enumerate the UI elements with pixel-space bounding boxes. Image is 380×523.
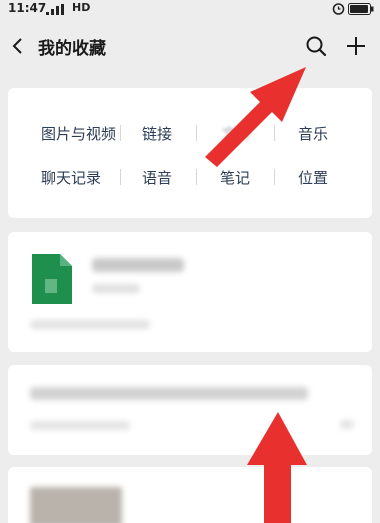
network-type: HD xyxy=(72,1,91,14)
back-icon[interactable] xyxy=(8,36,28,56)
nav-bar: 我的收藏 xyxy=(0,18,380,74)
battery-icon xyxy=(348,3,374,15)
favorite-item-text[interactable] xyxy=(8,365,372,455)
signal-icon xyxy=(46,4,64,15)
divider xyxy=(196,125,197,141)
page-title: 我的收藏 xyxy=(38,39,106,59)
filter-images-videos[interactable]: 图片与视频 xyxy=(41,123,116,144)
filter-files[interactable]: 文件 xyxy=(222,123,252,144)
filter-music[interactable]: 音乐 xyxy=(298,123,328,144)
filter-location[interactable]: 位置 xyxy=(298,167,328,188)
filter-notes[interactable]: 笔记 xyxy=(220,167,250,188)
item-tag-blurred xyxy=(340,420,354,429)
divider xyxy=(274,169,275,185)
filter-links[interactable]: 链接 xyxy=(142,123,172,144)
filter-voice[interactable]: 语音 xyxy=(142,167,172,188)
add-icon[interactable] xyxy=(344,34,368,58)
category-filter-card xyxy=(8,88,372,218)
item-text-blurred xyxy=(30,387,308,400)
divider xyxy=(274,125,275,141)
item-meta-blurred xyxy=(30,320,150,329)
alarm-icon xyxy=(332,3,345,15)
divider xyxy=(120,125,121,141)
filter-chat-history[interactable]: 聊天记录 xyxy=(41,167,101,188)
item-meta-blurred xyxy=(30,421,130,430)
item-size-blurred xyxy=(92,284,140,293)
status-time: 11:47 xyxy=(8,1,47,15)
divider xyxy=(196,169,197,185)
search-icon[interactable] xyxy=(304,34,328,58)
divider xyxy=(120,169,121,185)
spreadsheet-file-icon xyxy=(32,254,72,304)
item-title-blurred xyxy=(92,258,184,272)
item-thumbnail-blurred xyxy=(30,487,122,523)
status-bar: 11:47 HD xyxy=(0,0,380,18)
